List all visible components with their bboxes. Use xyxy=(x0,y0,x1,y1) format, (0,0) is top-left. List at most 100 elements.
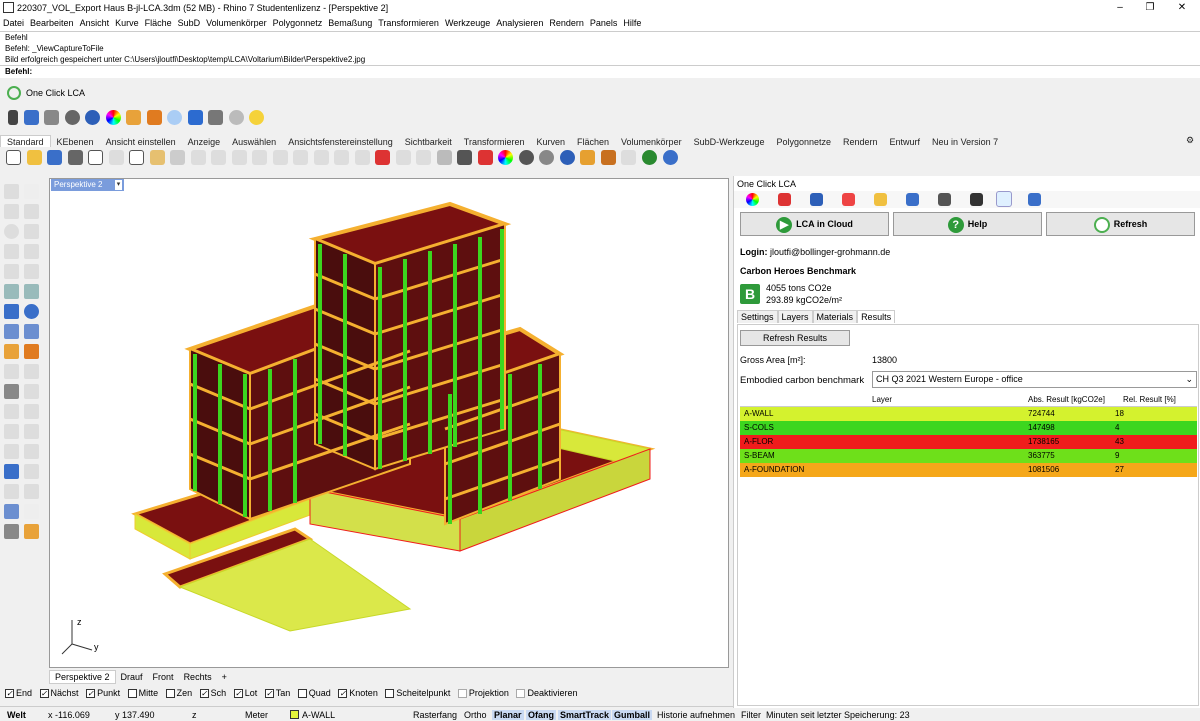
shaded-sphere-icon[interactable] xyxy=(518,150,534,165)
osnap-sch[interactable]: ✓ Sch xyxy=(199,688,226,699)
table-row[interactable]: A-FOUNDATION 1081506 27 xyxy=(740,463,1197,477)
help-button[interactable]: ? Help xyxy=(893,212,1042,236)
cylinder-icon[interactable] xyxy=(4,324,19,339)
zoom-selected-icon[interactable] xyxy=(293,150,309,165)
tab-ansicht-einstellen[interactable]: Ansicht einstellen xyxy=(100,136,182,147)
block-icon[interactable] xyxy=(4,464,19,479)
explode-icon[interactable] xyxy=(4,344,19,359)
monitor-panel-icon[interactable] xyxy=(970,193,983,206)
move-icon[interactable] xyxy=(4,404,19,419)
surface-icon[interactable] xyxy=(4,284,19,299)
tab-neu-in-version-7[interactable]: Neu in Version 7 xyxy=(926,136,1004,147)
lca-in-cloud-button[interactable]: ▶ LCA in Cloud xyxy=(740,212,889,236)
refresh-results-button[interactable]: Refresh Results xyxy=(740,330,850,346)
lock-icon[interactable] xyxy=(8,110,18,125)
undo-view-icon[interactable] xyxy=(313,150,329,165)
pan-hand-icon[interactable] xyxy=(190,150,206,165)
material-icon[interactable] xyxy=(126,110,142,125)
scale-icon[interactable] xyxy=(24,464,39,479)
tab-auswaehlen[interactable]: Auswählen xyxy=(226,136,282,147)
dimension-icon[interactable] xyxy=(24,424,39,439)
table-row[interactable]: A-FLOR 1738165 43 xyxy=(740,435,1197,449)
rotate-icon[interactable] xyxy=(24,404,39,419)
box-icon[interactable] xyxy=(4,304,19,319)
tab-kurven[interactable]: Kurven xyxy=(530,136,571,147)
header-rel[interactable]: Rel. Result [%] xyxy=(1123,395,1176,404)
zoom-extents-icon[interactable] xyxy=(272,150,288,165)
menu-volumenkoerper[interactable]: Volumenkörper xyxy=(203,16,270,28)
tab-rendern[interactable]: Rendern xyxy=(837,136,884,147)
menu-panels[interactable]: Panels xyxy=(587,16,621,28)
tab-polygonnetze[interactable]: Polygonnetze xyxy=(770,136,837,147)
save-icon[interactable] xyxy=(23,110,39,125)
rotate-view-icon[interactable] xyxy=(211,150,227,165)
oneclicklca-panel-icon[interactable] xyxy=(996,191,1012,207)
clock-icon[interactable] xyxy=(416,150,432,165)
help-icon[interactable] xyxy=(662,150,678,165)
curve-icon[interactable] xyxy=(24,204,39,219)
status-filter[interactable]: Filter xyxy=(741,710,761,720)
tab-transformieren[interactable]: Transformieren xyxy=(458,136,531,147)
environment-icon[interactable] xyxy=(167,110,183,125)
osnap-zen[interactable]: Zen xyxy=(165,688,192,699)
tab-volumenkoerper[interactable]: Volumenkörper xyxy=(615,136,688,147)
osnap-naechst[interactable]: ✓ Nächst xyxy=(39,688,79,699)
viewport-perspective[interactable]: Perspektive 2 ▾ z y xyxy=(49,178,729,668)
properties-panel-icon[interactable] xyxy=(746,193,759,206)
save-icon[interactable] xyxy=(47,150,63,165)
materials-panel-icon[interactable] xyxy=(842,193,855,206)
status-history[interactable]: Historie aufnehmen xyxy=(657,710,735,720)
paste-icon[interactable] xyxy=(149,150,165,165)
ellipse-icon[interactable] xyxy=(4,264,19,279)
trim-icon[interactable] xyxy=(4,364,19,379)
menu-analysieren[interactable]: Analysieren xyxy=(493,16,546,28)
table-row[interactable]: S-COLS 147498 4 xyxy=(740,421,1197,435)
viewport-tab-rechts[interactable]: Rechts xyxy=(179,671,217,683)
benchmark-select[interactable]: CH Q3 2021 Western Europe - office ⌄ xyxy=(872,371,1197,388)
status-planar[interactable]: Planar xyxy=(492,710,524,720)
zoom-extents-icon[interactable] xyxy=(44,110,60,125)
wand-icon[interactable] xyxy=(580,150,596,165)
osnap-punkt[interactable]: ✓ Punkt xyxy=(86,688,120,699)
circle-icon[interactable] xyxy=(4,224,19,239)
undo-icon[interactable] xyxy=(170,150,186,165)
camera-panel-icon[interactable] xyxy=(938,193,951,206)
split-icon[interactable] xyxy=(24,364,39,379)
tab-standard[interactable]: Standard xyxy=(0,135,51,147)
render-panel-icon[interactable] xyxy=(810,193,823,206)
status-gumball[interactable]: Gumball xyxy=(612,710,653,720)
polyline-icon[interactable] xyxy=(4,204,19,219)
paint-icon[interactable] xyxy=(4,524,19,539)
check-icon[interactable] xyxy=(24,504,39,519)
properties-icon[interactable] xyxy=(88,150,104,165)
mesh-icon[interactable] xyxy=(24,324,39,339)
cut-icon[interactable] xyxy=(108,150,124,165)
four-views-icon[interactable] xyxy=(334,150,350,165)
point-icon[interactable] xyxy=(24,184,39,199)
analyze-icon[interactable] xyxy=(4,504,19,519)
oneclicklca-logo-icon[interactable] xyxy=(7,86,21,100)
print-icon[interactable] xyxy=(67,150,83,165)
tab-materials[interactable]: Materials xyxy=(812,310,858,323)
menu-hilfe[interactable]: Hilfe xyxy=(620,16,644,28)
osnap-deaktivieren[interactable]: Deaktivieren xyxy=(516,688,577,699)
bulb-icon[interactable] xyxy=(249,110,265,125)
osnap-end[interactable]: ✓ End xyxy=(5,688,32,699)
text-icon[interactable] xyxy=(4,424,19,439)
osnap-lot[interactable]: ✓ Lot xyxy=(233,688,257,699)
cplane-icon[interactable] xyxy=(354,150,370,165)
menu-polygonnetz[interactable]: Polygonnetz xyxy=(270,16,326,28)
light-icon[interactable] xyxy=(228,110,244,125)
tab-sichtbarkeit[interactable]: Sichtbarkeit xyxy=(399,136,458,147)
viewport-tab-perspektive2[interactable]: Perspektive 2 xyxy=(49,670,116,684)
fillet-icon[interactable] xyxy=(24,264,39,279)
open-folder-icon[interactable] xyxy=(26,150,42,165)
osnap-projektion[interactable]: Projektion xyxy=(457,688,509,699)
sun-icon[interactable] xyxy=(24,344,39,359)
status-smarttrack[interactable]: SmartTrack xyxy=(558,710,612,720)
copy-icon[interactable] xyxy=(129,150,145,165)
rendered-sphere-icon[interactable] xyxy=(85,110,101,125)
tab-entwurf[interactable]: Entwurf xyxy=(884,136,927,147)
tab-layers[interactable]: Layers xyxy=(777,310,813,323)
layers-panel-icon[interactable] xyxy=(778,193,791,206)
